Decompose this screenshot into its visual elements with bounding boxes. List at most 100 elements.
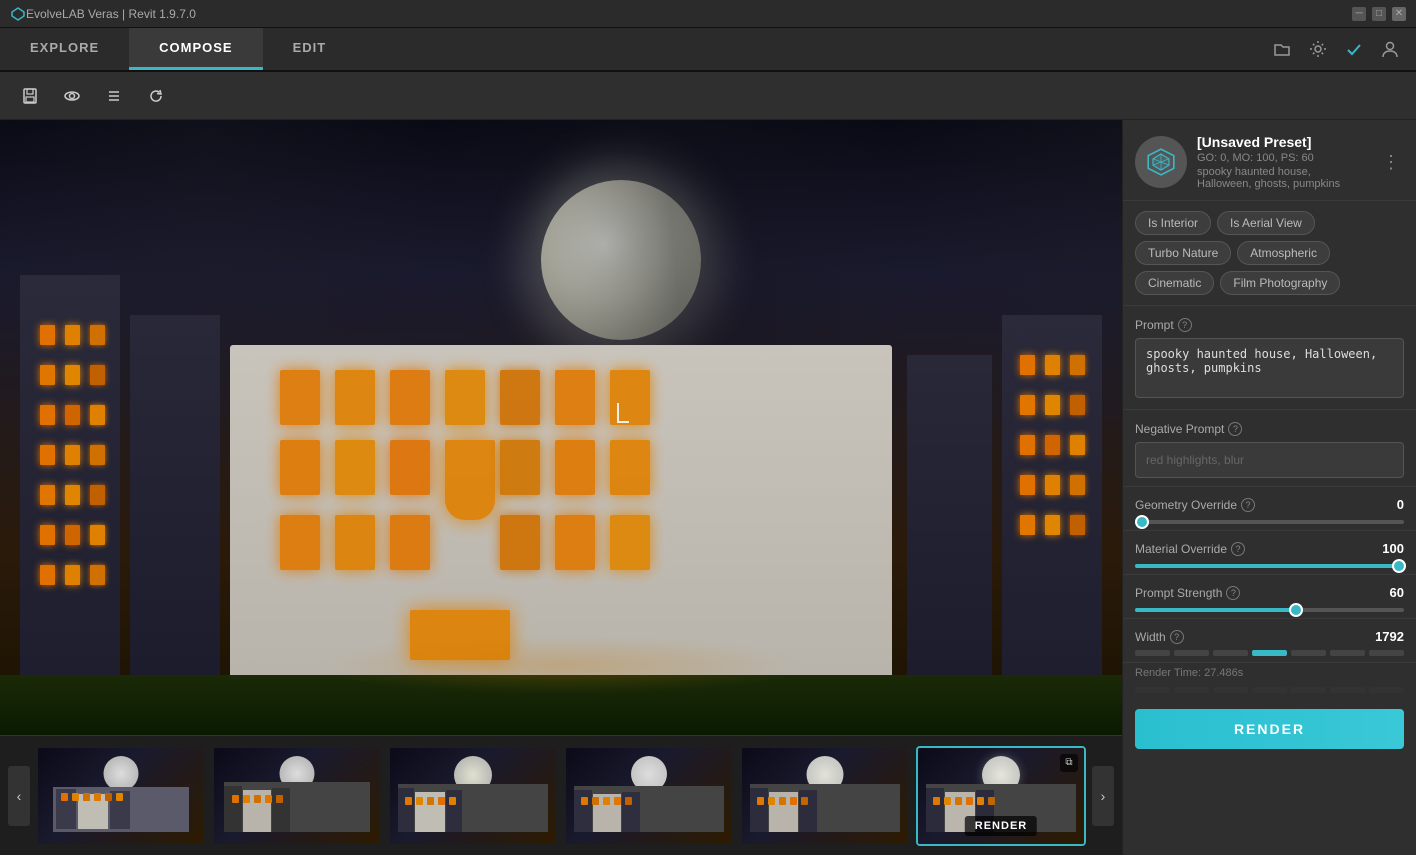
- thumbnail-item[interactable]: [212, 746, 382, 846]
- close-button[interactable]: ✕: [1392, 7, 1406, 21]
- width-option-7[interactable]: [1369, 650, 1404, 656]
- user-icon[interactable]: [1380, 39, 1400, 59]
- render-button[interactable]: RENDER: [1135, 709, 1404, 749]
- negative-prompt-input[interactable]: [1135, 442, 1404, 478]
- app-title: EvolveLAB Veras | Revit 1.9.7.0: [26, 7, 196, 21]
- height-option-1[interactable]: [1135, 687, 1170, 693]
- checkmark-icon[interactable]: [1344, 39, 1364, 59]
- tag-turbo-nature[interactable]: Turbo Nature: [1135, 241, 1231, 265]
- height-options-row: [1123, 687, 1416, 701]
- material-override-row: Material Override ? 100: [1123, 531, 1416, 575]
- height-option-7[interactable]: [1369, 687, 1404, 693]
- main-image: [0, 120, 1122, 735]
- refresh-button[interactable]: [140, 80, 172, 112]
- right-panel: [Unsaved Preset] GO: 0, MO: 100, PS: 60 …: [1122, 120, 1416, 855]
- toolbar: [0, 72, 1416, 120]
- geometry-override-header: Geometry Override ? 0: [1135, 497, 1404, 512]
- preset-menu-button[interactable]: ⋮: [1378, 148, 1404, 177]
- width-row: Width ? 1792: [1123, 619, 1416, 663]
- width-value: 1792: [1375, 629, 1404, 644]
- tag-is-aerial-view[interactable]: Is Aerial View: [1217, 211, 1315, 235]
- window-controls: ─ □ ✕: [1352, 7, 1406, 21]
- tag-film-photography[interactable]: Film Photography: [1220, 271, 1340, 295]
- settings-icon[interactable]: [1308, 39, 1328, 59]
- prompt-label: Prompt ?: [1135, 318, 1404, 332]
- tabbar: EXPLORE COMPOSE EDIT: [0, 28, 1416, 72]
- maximize-button[interactable]: □: [1372, 7, 1386, 21]
- copy-icon[interactable]: ⧉: [1060, 754, 1078, 772]
- next-thumbnail-button[interactable]: ›: [1092, 766, 1114, 826]
- width-option-6[interactable]: [1330, 650, 1365, 656]
- material-override-label: Material Override ?: [1135, 542, 1245, 556]
- prompt-strength-label: Prompt Strength ?: [1135, 586, 1240, 600]
- tab-compose[interactable]: COMPOSE: [129, 28, 262, 70]
- minimize-button[interactable]: ─: [1352, 7, 1366, 21]
- material-override-fill: [1135, 564, 1399, 568]
- preset-description: spooky haunted house, Halloween, ghosts,…: [1197, 166, 1368, 190]
- tag-is-interior[interactable]: Is Interior: [1135, 211, 1211, 235]
- prev-thumbnail-button[interactable]: ‹: [8, 766, 30, 826]
- width-option-4[interactable]: [1252, 650, 1287, 656]
- prompt-strength-row: Prompt Strength ? 60: [1123, 575, 1416, 619]
- titlebar: EvolveLAB Veras | Revit 1.9.7.0 ─ □ ✕: [0, 0, 1416, 28]
- prompt-input[interactable]: [1135, 338, 1404, 398]
- tab-edit[interactable]: EDIT: [263, 28, 357, 70]
- prompt-info-icon[interactable]: ?: [1178, 318, 1192, 332]
- eye-button[interactable]: [56, 80, 88, 112]
- thumbnail-item[interactable]: [564, 746, 734, 846]
- prompt-strength-header: Prompt Strength ? 60: [1135, 585, 1404, 600]
- canvas-area: ‹: [0, 120, 1122, 855]
- thumbnail-item[interactable]: [36, 746, 206, 846]
- material-override-thumb[interactable]: [1392, 559, 1406, 573]
- width-option-3[interactable]: [1213, 650, 1248, 656]
- negative-prompt-section: Negative Prompt ?: [1123, 410, 1416, 487]
- height-option-5[interactable]: [1291, 687, 1326, 693]
- height-option-6[interactable]: [1330, 687, 1365, 693]
- material-override-value: 100: [1382, 541, 1404, 556]
- tab-right-icons: [1256, 28, 1416, 70]
- preset-info: [Unsaved Preset] GO: 0, MO: 100, PS: 60 …: [1197, 134, 1368, 190]
- width-option-2[interactable]: [1174, 650, 1209, 656]
- save-button[interactable]: [14, 80, 46, 112]
- prompt-strength-fill: [1135, 608, 1296, 612]
- height-option-3[interactable]: [1213, 687, 1248, 693]
- material-override-header: Material Override ? 100: [1135, 541, 1404, 556]
- preset-meta: GO: 0, MO: 100, PS: 60: [1197, 152, 1368, 164]
- geometry-override-row: Geometry Override ? 0: [1123, 487, 1416, 531]
- prompt-strength-slider[interactable]: [1135, 608, 1404, 612]
- tab-explore[interactable]: EXPLORE: [0, 28, 129, 70]
- thumbnails-strip: ‹: [0, 735, 1122, 855]
- main-layout: ‹: [0, 120, 1416, 855]
- thumbnail-item-active[interactable]: ⧉ RENDER: [916, 746, 1086, 846]
- thumbnail-item[interactable]: [388, 746, 558, 846]
- prompt-strength-info-icon[interactable]: ?: [1226, 586, 1240, 600]
- folder-icon[interactable]: [1272, 39, 1292, 59]
- width-option-1[interactable]: [1135, 650, 1170, 656]
- material-override-info-icon[interactable]: ?: [1231, 542, 1245, 556]
- thumbnail-item[interactable]: [740, 746, 910, 846]
- geometry-override-thumb[interactable]: [1135, 515, 1149, 529]
- prompt-strength-value: 60: [1390, 585, 1404, 600]
- width-option-5[interactable]: [1291, 650, 1326, 656]
- geometry-override-value: 0: [1397, 497, 1404, 512]
- height-option-2[interactable]: [1174, 687, 1209, 693]
- material-override-slider[interactable]: [1135, 564, 1404, 568]
- list-button[interactable]: [98, 80, 130, 112]
- preset-avatar: [1135, 136, 1187, 188]
- prompt-strength-thumb[interactable]: [1289, 603, 1303, 617]
- prompt-section: Prompt ?: [1123, 306, 1416, 410]
- width-info-icon[interactable]: ?: [1170, 630, 1184, 644]
- height-options: [1135, 687, 1404, 693]
- negative-prompt-info-icon[interactable]: ?: [1228, 422, 1242, 436]
- negative-prompt-label: Negative Prompt ?: [1135, 422, 1404, 436]
- geometry-override-slider[interactable]: [1135, 520, 1404, 524]
- preset-name: [Unsaved Preset]: [1197, 134, 1368, 150]
- width-label: Width ?: [1135, 630, 1184, 644]
- geometry-override-label: Geometry Override ?: [1135, 498, 1255, 512]
- geometry-override-info-icon[interactable]: ?: [1241, 498, 1255, 512]
- tags-row: Is Interior Is Aerial View Turbo Nature …: [1123, 201, 1416, 306]
- height-option-4[interactable]: [1252, 687, 1287, 693]
- tag-atmospheric[interactable]: Atmospheric: [1237, 241, 1330, 265]
- tag-cinematic[interactable]: Cinematic: [1135, 271, 1214, 295]
- width-options: [1135, 650, 1404, 656]
